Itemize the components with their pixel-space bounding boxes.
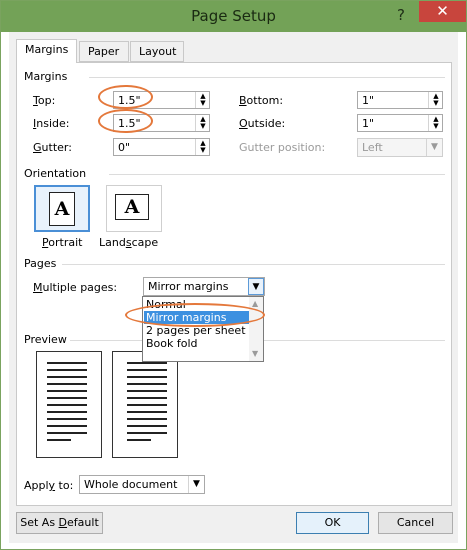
spin-down-icon[interactable]: ▼ <box>199 100 207 107</box>
tab-paper[interactable]: Paper <box>79 41 129 62</box>
multiple-pages-label: Multiple pages: <box>33 281 118 294</box>
bottom-margin-arrows[interactable]: ▲ ▼ <box>428 92 442 108</box>
multiple-pages-select[interactable]: Mirror margins ▼ <box>143 277 265 296</box>
set-as-default-button[interactable]: Set As Default <box>16 512 103 534</box>
outside-margin-spinner[interactable]: 1" ▲ ▼ <box>357 114 443 132</box>
inside-margin-value: 1.5" <box>118 117 141 130</box>
dialog-body: Margins Paper Layout Margins Top: 1.5" ▲… <box>9 32 458 543</box>
margins-section-title: Margins <box>24 70 68 83</box>
top-label: Top: <box>33 94 56 107</box>
portrait-page-icon: A <box>49 192 75 226</box>
landscape-page-icon: A <box>115 194 149 220</box>
top-margin-arrows[interactable]: ▲ ▼ <box>195 92 209 108</box>
help-button[interactable]: ? <box>389 4 413 26</box>
preview-right-page <box>112 351 178 458</box>
scroll-down-icon[interactable]: ▼ <box>252 349 258 358</box>
gutter-label: Gutter: <box>33 141 72 154</box>
gutter-spinner[interactable]: 0" ▲ ▼ <box>113 138 210 156</box>
spin-down-icon[interactable]: ▼ <box>432 123 440 130</box>
chevron-down-icon[interactable]: ▼ <box>248 278 264 295</box>
preview-left-page <box>36 351 102 458</box>
tab-layout[interactable]: Layout <box>130 41 184 62</box>
top-margin-value: 1.5" <box>118 94 141 107</box>
spin-down-icon[interactable]: ▼ <box>199 147 207 154</box>
gutter-position-label: Gutter position: <box>239 141 326 154</box>
dropdown-option-normal[interactable]: Normal <box>144 298 249 311</box>
dropdown-option-2-pages-per-sheet[interactable]: 2 pages per sheet <box>144 324 249 337</box>
page-setup-dialog: Page Setup ? ✕ Margins Paper Layout Marg… <box>0 0 467 550</box>
pages-separator <box>62 264 445 265</box>
apply-to-value: Whole document <box>84 478 178 491</box>
portrait-label: Portrait <box>42 236 83 249</box>
scroll-up-icon[interactable]: ▲ <box>252 299 258 308</box>
outside-margin-value: 1" <box>362 117 375 130</box>
portrait-button[interactable]: A <box>34 185 90 232</box>
gutter-position-value: Left <box>362 141 383 154</box>
close-button[interactable]: ✕ <box>419 1 466 22</box>
inside-margin-arrows[interactable]: ▲ ▼ <box>195 115 209 131</box>
margins-separator <box>89 77 445 78</box>
gutter-value: 0" <box>118 141 131 154</box>
gutter-position-select: Left ▼ <box>357 138 443 157</box>
gutter-arrows[interactable]: ▲ ▼ <box>195 139 209 155</box>
outside-label: Outside: <box>239 117 286 130</box>
apply-to-label: Apply to: <box>24 479 74 492</box>
ok-button[interactable]: OK <box>296 512 369 534</box>
landscape-button[interactable]: A <box>106 185 162 232</box>
multiple-pages-value: Mirror margins <box>148 280 229 293</box>
bottom-margin-value: 1" <box>362 94 375 107</box>
spin-down-icon[interactable]: ▼ <box>199 123 207 130</box>
multiple-pages-dropdown-list[interactable]: Normal Mirror margins 2 pages per sheet … <box>142 296 264 362</box>
chevron-down-icon: ▼ <box>426 139 442 156</box>
pages-section-title: Pages <box>24 257 57 270</box>
margins-panel: Margins Top: 1.5" ▲ ▼ Bottom: 1" ▲ ▼ Ins… <box>16 62 452 506</box>
orientation-section-title: Orientation <box>24 167 87 180</box>
outside-margin-arrows[interactable]: ▲ ▼ <box>428 115 442 131</box>
orientation-separator <box>109 174 445 175</box>
dropdown-option-book-fold[interactable]: Book fold <box>144 337 249 350</box>
cancel-button[interactable]: Cancel <box>378 512 453 534</box>
inside-label: Inside: <box>33 117 70 130</box>
dropdown-scrollbar[interactable]: ▲ ▼ <box>249 297 263 361</box>
chevron-down-icon[interactable]: ▼ <box>188 476 204 493</box>
top-margin-spinner[interactable]: 1.5" ▲ ▼ <box>113 91 210 109</box>
apply-to-select[interactable]: Whole document ▼ <box>79 475 205 494</box>
bottom-margin-spinner[interactable]: 1" ▲ ▼ <box>357 91 443 109</box>
inside-margin-spinner[interactable]: 1.5" ▲ ▼ <box>113 114 210 132</box>
dropdown-option-mirror-margins[interactable]: Mirror margins <box>144 311 249 324</box>
preview-section-title: Preview <box>24 333 67 346</box>
spin-down-icon[interactable]: ▼ <box>432 100 440 107</box>
tab-margins[interactable]: Margins <box>16 39 77 63</box>
title-bar[interactable]: Page Setup ? ✕ <box>1 1 466 32</box>
landscape-label: Landscape <box>99 236 159 249</box>
bottom-label: Bottom: <box>239 94 284 107</box>
